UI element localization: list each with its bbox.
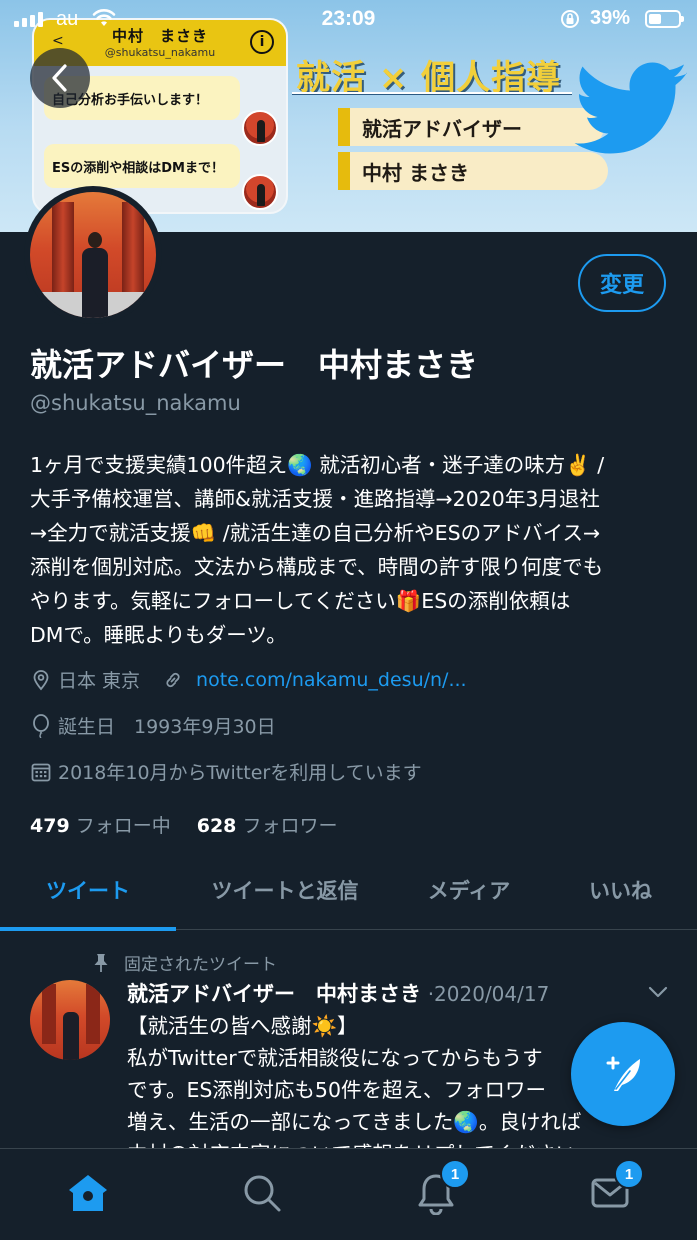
messages-badge: 1: [614, 1159, 644, 1189]
compose-feather-icon: [606, 1056, 640, 1091]
profile-url-link[interactable]: note.com/nakamu_desu/n/...: [196, 669, 467, 691]
tab-tweets[interactable]: ツイート: [0, 850, 176, 931]
following-label: フォロー中: [75, 815, 171, 837]
compose-tweet-button[interactable]: [571, 1022, 675, 1126]
followers-label: フォロワー: [242, 815, 338, 837]
following-count: 479: [30, 815, 70, 837]
calendar-icon: [31, 763, 51, 781]
bio-line: DMで。睡眠よりもダーツ。: [30, 623, 287, 647]
battery-percent: 39%: [590, 7, 631, 29]
balloon-icon: [33, 713, 49, 738]
profile-tabs: ツイート ツイートと返信 メディア いいね: [0, 850, 697, 931]
chat-bubble: ESの添削や相談はDMまで！: [44, 144, 240, 188]
following-link[interactable]: 479 フォロー中: [30, 811, 171, 838]
tab-media[interactable]: メディア: [394, 850, 544, 930]
followers-count: 628: [196, 815, 237, 837]
followers-link[interactable]: 628 フォロワー: [197, 811, 338, 838]
battery-icon: [645, 10, 684, 28]
bio-line: 大手予備校運営、講師&就活支援・進路指導→2020年3月退社: [30, 487, 600, 511]
back-button[interactable]: [30, 48, 90, 108]
banner-chat-card: < 中村 まさき @shukatsu_nakamu i 自己分析お手伝いします！…: [32, 18, 288, 214]
pinned-indicator: 固定されたツイート: [92, 950, 277, 975]
bio-line: →全力で就活支援👊 /就活生達の自己分析やESのアドバイス→: [30, 521, 601, 545]
bio-line: やります。気軽にフォローしてください🎁ESの添削依頼は: [30, 589, 571, 613]
tweet-avatar[interactable]: [30, 980, 110, 1060]
chat-avatar: [242, 110, 278, 146]
profile-meta-location-url: 日本 東京 note.com/nakamu_desu/n/...: [30, 666, 467, 693]
chevron-left-icon: [52, 64, 67, 92]
bio-line: 添削を個別対応。文法から構成まで、時間の許す限り何度でも: [30, 555, 604, 579]
tab-tweets-and-replies[interactable]: ツイートと返信: [176, 850, 394, 930]
nav-messages[interactable]: 1: [586, 1159, 644, 1217]
tweet-date: ·2020/04/17: [427, 982, 550, 1006]
twitter-bird-icon: [574, 62, 687, 154]
banner-divider: [292, 92, 572, 95]
search-icon: [244, 1175, 281, 1212]
tweet-header: 就活アドバイザー 中村まさき ·2020/04/17: [127, 978, 549, 1008]
location-text: 日本 東京: [58, 670, 141, 692]
joined-text: 2018年10月からTwitterを利用しています: [58, 762, 422, 784]
pinned-label: 固定されたツイート: [124, 955, 277, 975]
bio-line: 1ヶ月で支援実績100件超え🌏 就活初心者・迷子達の味方✌️ /: [30, 453, 605, 477]
profile-avatar[interactable]: [24, 186, 162, 324]
birthday-text: 誕生日 1993年9月30日: [58, 716, 276, 738]
chat-avatar: [242, 174, 278, 210]
display-name: 就活アドバイザー 中村まさき: [30, 346, 479, 384]
nav-home[interactable]: [64, 1169, 112, 1217]
profile-bio: 1ヶ月で支援実績100件超え🌏 就活初心者・迷子達の味方✌️ / 大手予備校運営…: [30, 448, 675, 652]
avatar-photo: [30, 192, 156, 318]
profile-meta-joined: 2018年10月からTwitterを利用しています: [30, 758, 422, 785]
status-bar: au 23:09 39%: [0, 0, 697, 40]
user-handle: @shukatsu_nakamu: [30, 391, 241, 415]
follow-stats: 479 フォロー中 628 フォロワー: [30, 811, 337, 838]
tweet-author-name[interactable]: 就活アドバイザー 中村まさき: [127, 982, 421, 1006]
home-icon: [69, 1175, 107, 1211]
profile-meta-birthday: 誕生日 1993年9月30日: [30, 712, 276, 739]
chevron-down-icon[interactable]: [646, 982, 670, 1002]
link-icon: [166, 672, 180, 687]
location-pin-icon: [33, 669, 49, 690]
edit-profile-button[interactable]: 変更: [578, 254, 666, 312]
notifications-badge: 1: [440, 1159, 470, 1189]
pin-icon: [94, 953, 108, 972]
rotation-lock-icon: [561, 10, 579, 28]
bottom-navigation: 1 1: [0, 1148, 697, 1240]
nav-search[interactable]: [238, 1169, 286, 1217]
tab-likes[interactable]: いいね: [544, 850, 697, 930]
nav-notifications[interactable]: 1: [412, 1159, 470, 1217]
banner-tag: 中村 まさき: [338, 152, 608, 190]
banner-tag: 就活アドバイザー: [338, 108, 604, 146]
